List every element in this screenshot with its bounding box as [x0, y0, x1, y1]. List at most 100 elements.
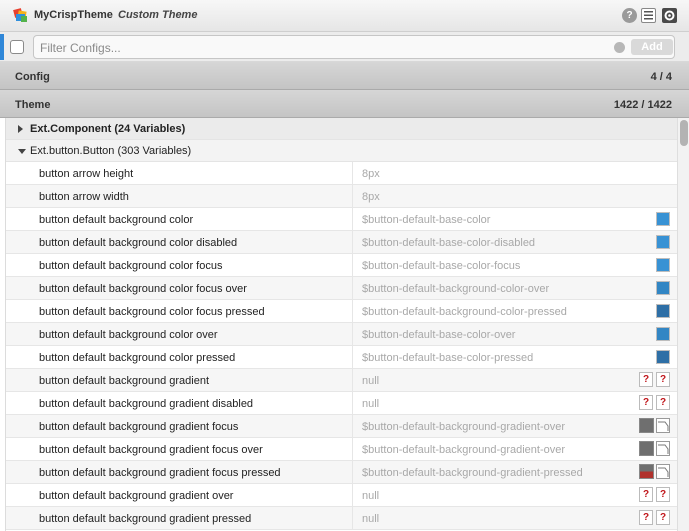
select-all-checkbox[interactable] [10, 40, 24, 54]
variable-row[interactable]: button default background gradient focus… [6, 438, 677, 461]
variable-name: button default background color disabled [39, 237, 238, 249]
unknown-preview-icon[interactable]: ?? [639, 372, 671, 388]
theme-section-header[interactable]: Theme 1422 / 1422 [0, 90, 689, 118]
column-divider [352, 484, 353, 506]
color-swatch[interactable] [656, 327, 670, 341]
column-divider [352, 369, 353, 391]
group-row-ext-button[interactable]: Ext.button.Button (303 Variables) [6, 140, 677, 162]
variable-row[interactable]: button default background color focus ov… [6, 277, 677, 300]
gradient-preview-icon[interactable] [639, 418, 671, 434]
color-swatch[interactable] [656, 212, 670, 226]
variable-value[interactable]: $button-default-background-gradient-pres… [362, 467, 583, 479]
help-icon[interactable]: ? [622, 8, 637, 23]
variable-value[interactable]: $button-default-base-color-focus [362, 260, 520, 272]
variable-value[interactable]: $button-default-base-color-pressed [362, 352, 533, 364]
color-swatch[interactable] [656, 281, 670, 295]
variable-value[interactable]: null [362, 513, 379, 525]
variable-list: button arrow height 8px button arrow width… [6, 162, 677, 530]
variable-value[interactable]: $button-default-base-color-disabled [362, 237, 535, 249]
column-divider [352, 254, 353, 276]
variable-row[interactable]: button arrow height 8px [6, 162, 677, 185]
lock-icon[interactable] [614, 42, 625, 53]
color-swatch[interactable] [656, 304, 670, 318]
expand-arrow-icon[interactable] [18, 125, 23, 133]
variable-value[interactable]: 8px [362, 191, 380, 203]
variable-name: button default background gradient focus… [39, 444, 263, 456]
collapse-arrow-icon[interactable] [18, 149, 26, 154]
column-divider [352, 185, 353, 207]
variable-row[interactable]: button default background color focus pr… [6, 300, 677, 323]
gradient-swatch [639, 418, 654, 433]
column-divider [352, 415, 353, 437]
theme-section-count: 1422 / 1422 [613, 99, 672, 111]
vertical-scrollbar[interactable] [677, 118, 689, 531]
variable-value[interactable]: $button-default-background-color-pressed [362, 306, 567, 318]
variable-row[interactable]: button default background color disabled… [6, 231, 677, 254]
unknown-preview-icon[interactable]: ?? [639, 395, 671, 411]
color-swatch[interactable] [656, 350, 670, 364]
column-divider [352, 231, 353, 253]
variable-value[interactable]: $button-default-background-gradient-over [362, 444, 565, 456]
variable-name: button default background gradient press… [39, 513, 252, 525]
variable-row[interactable]: button default background color pressed $… [6, 346, 677, 369]
config-section-count: 4 / 4 [650, 71, 672, 83]
filter-input[interactable] [40, 39, 600, 56]
variable-value[interactable]: $button-default-background-gradient-over [362, 421, 565, 433]
app-name: MyCrispTheme [34, 9, 113, 21]
config-section-header[interactable]: Config 4 / 4 [0, 62, 689, 90]
column-divider [352, 392, 353, 414]
variable-row[interactable]: button default background gradient null?? [6, 369, 677, 392]
filter-accent-bar [0, 34, 4, 60]
variable-row[interactable]: button default background gradient disab… [6, 392, 677, 415]
variable-name: button default background color [39, 214, 194, 226]
theme-variable-tree: Ext.Component (24 Variables) Ext.button.… [5, 118, 677, 531]
color-swatch[interactable] [656, 235, 670, 249]
unknown-preview-icon[interactable]: ?? [639, 510, 671, 526]
list-view-icon[interactable] [641, 8, 656, 23]
color-swatch[interactable] [656, 258, 670, 272]
variable-name: button arrow height [39, 168, 134, 180]
question-mark-icon: ? [639, 372, 653, 387]
variable-value[interactable]: $button-default-base-color-over [362, 329, 515, 341]
variable-row[interactable]: button arrow width 8px [6, 185, 677, 208]
column-divider [352, 323, 353, 345]
variable-row[interactable]: button default background gradient focus… [6, 461, 677, 484]
question-mark-icon: ? [639, 487, 653, 502]
variable-value[interactable]: null [362, 490, 379, 502]
variable-value[interactable]: $button-default-base-color [362, 214, 490, 226]
gradient-shape-icon [656, 418, 670, 433]
variable-row[interactable]: button default background color $button-d… [6, 208, 677, 231]
scrollbar-thumb[interactable] [680, 120, 688, 146]
variable-value[interactable]: null [362, 375, 379, 387]
gradient-preview-icon[interactable] [639, 441, 671, 457]
title-bar: MyCrispTheme Custom Theme ? [0, 0, 689, 32]
group-row-ext-component[interactable]: Ext.Component (24 Variables) [6, 118, 677, 140]
variable-row[interactable]: button default background gradient over n… [6, 484, 677, 507]
variable-name: button default background gradient focus… [39, 467, 281, 479]
variable-name: button default background color focus [39, 260, 223, 272]
variable-value[interactable]: null [362, 398, 379, 410]
theme-name: Custom Theme [118, 9, 198, 21]
variable-name: button default background color focus pr… [39, 306, 265, 318]
variable-name: button default background gradient disab… [39, 398, 254, 410]
variable-row[interactable]: button default background gradient focus… [6, 415, 677, 438]
variable-name: button default background color over [39, 329, 218, 341]
column-divider [352, 346, 353, 368]
gradient-preview-icon[interactable] [639, 464, 671, 480]
variable-row[interactable]: button default background gradient press… [6, 507, 677, 530]
group-label: Ext.Component (24 Variables) [30, 123, 186, 135]
variable-row[interactable]: button default background color focus $bu… [6, 254, 677, 277]
app-logo-icon [13, 8, 27, 22]
question-mark-icon: ? [656, 487, 670, 502]
variable-row[interactable]: button default background color over $but… [6, 323, 677, 346]
column-divider [352, 300, 353, 322]
group-label: Ext.button.Button (303 Variables) [30, 145, 192, 157]
gradient-shape-icon [656, 464, 670, 479]
question-mark-icon: ? [656, 395, 670, 410]
unknown-preview-icon[interactable]: ?? [639, 487, 671, 503]
add-button[interactable]: Add [631, 39, 673, 55]
question-mark-icon: ? [639, 510, 653, 525]
variable-value[interactable]: $button-default-background-color-over [362, 283, 549, 295]
gear-icon[interactable] [662, 8, 677, 23]
variable-value[interactable]: 8px [362, 168, 380, 180]
